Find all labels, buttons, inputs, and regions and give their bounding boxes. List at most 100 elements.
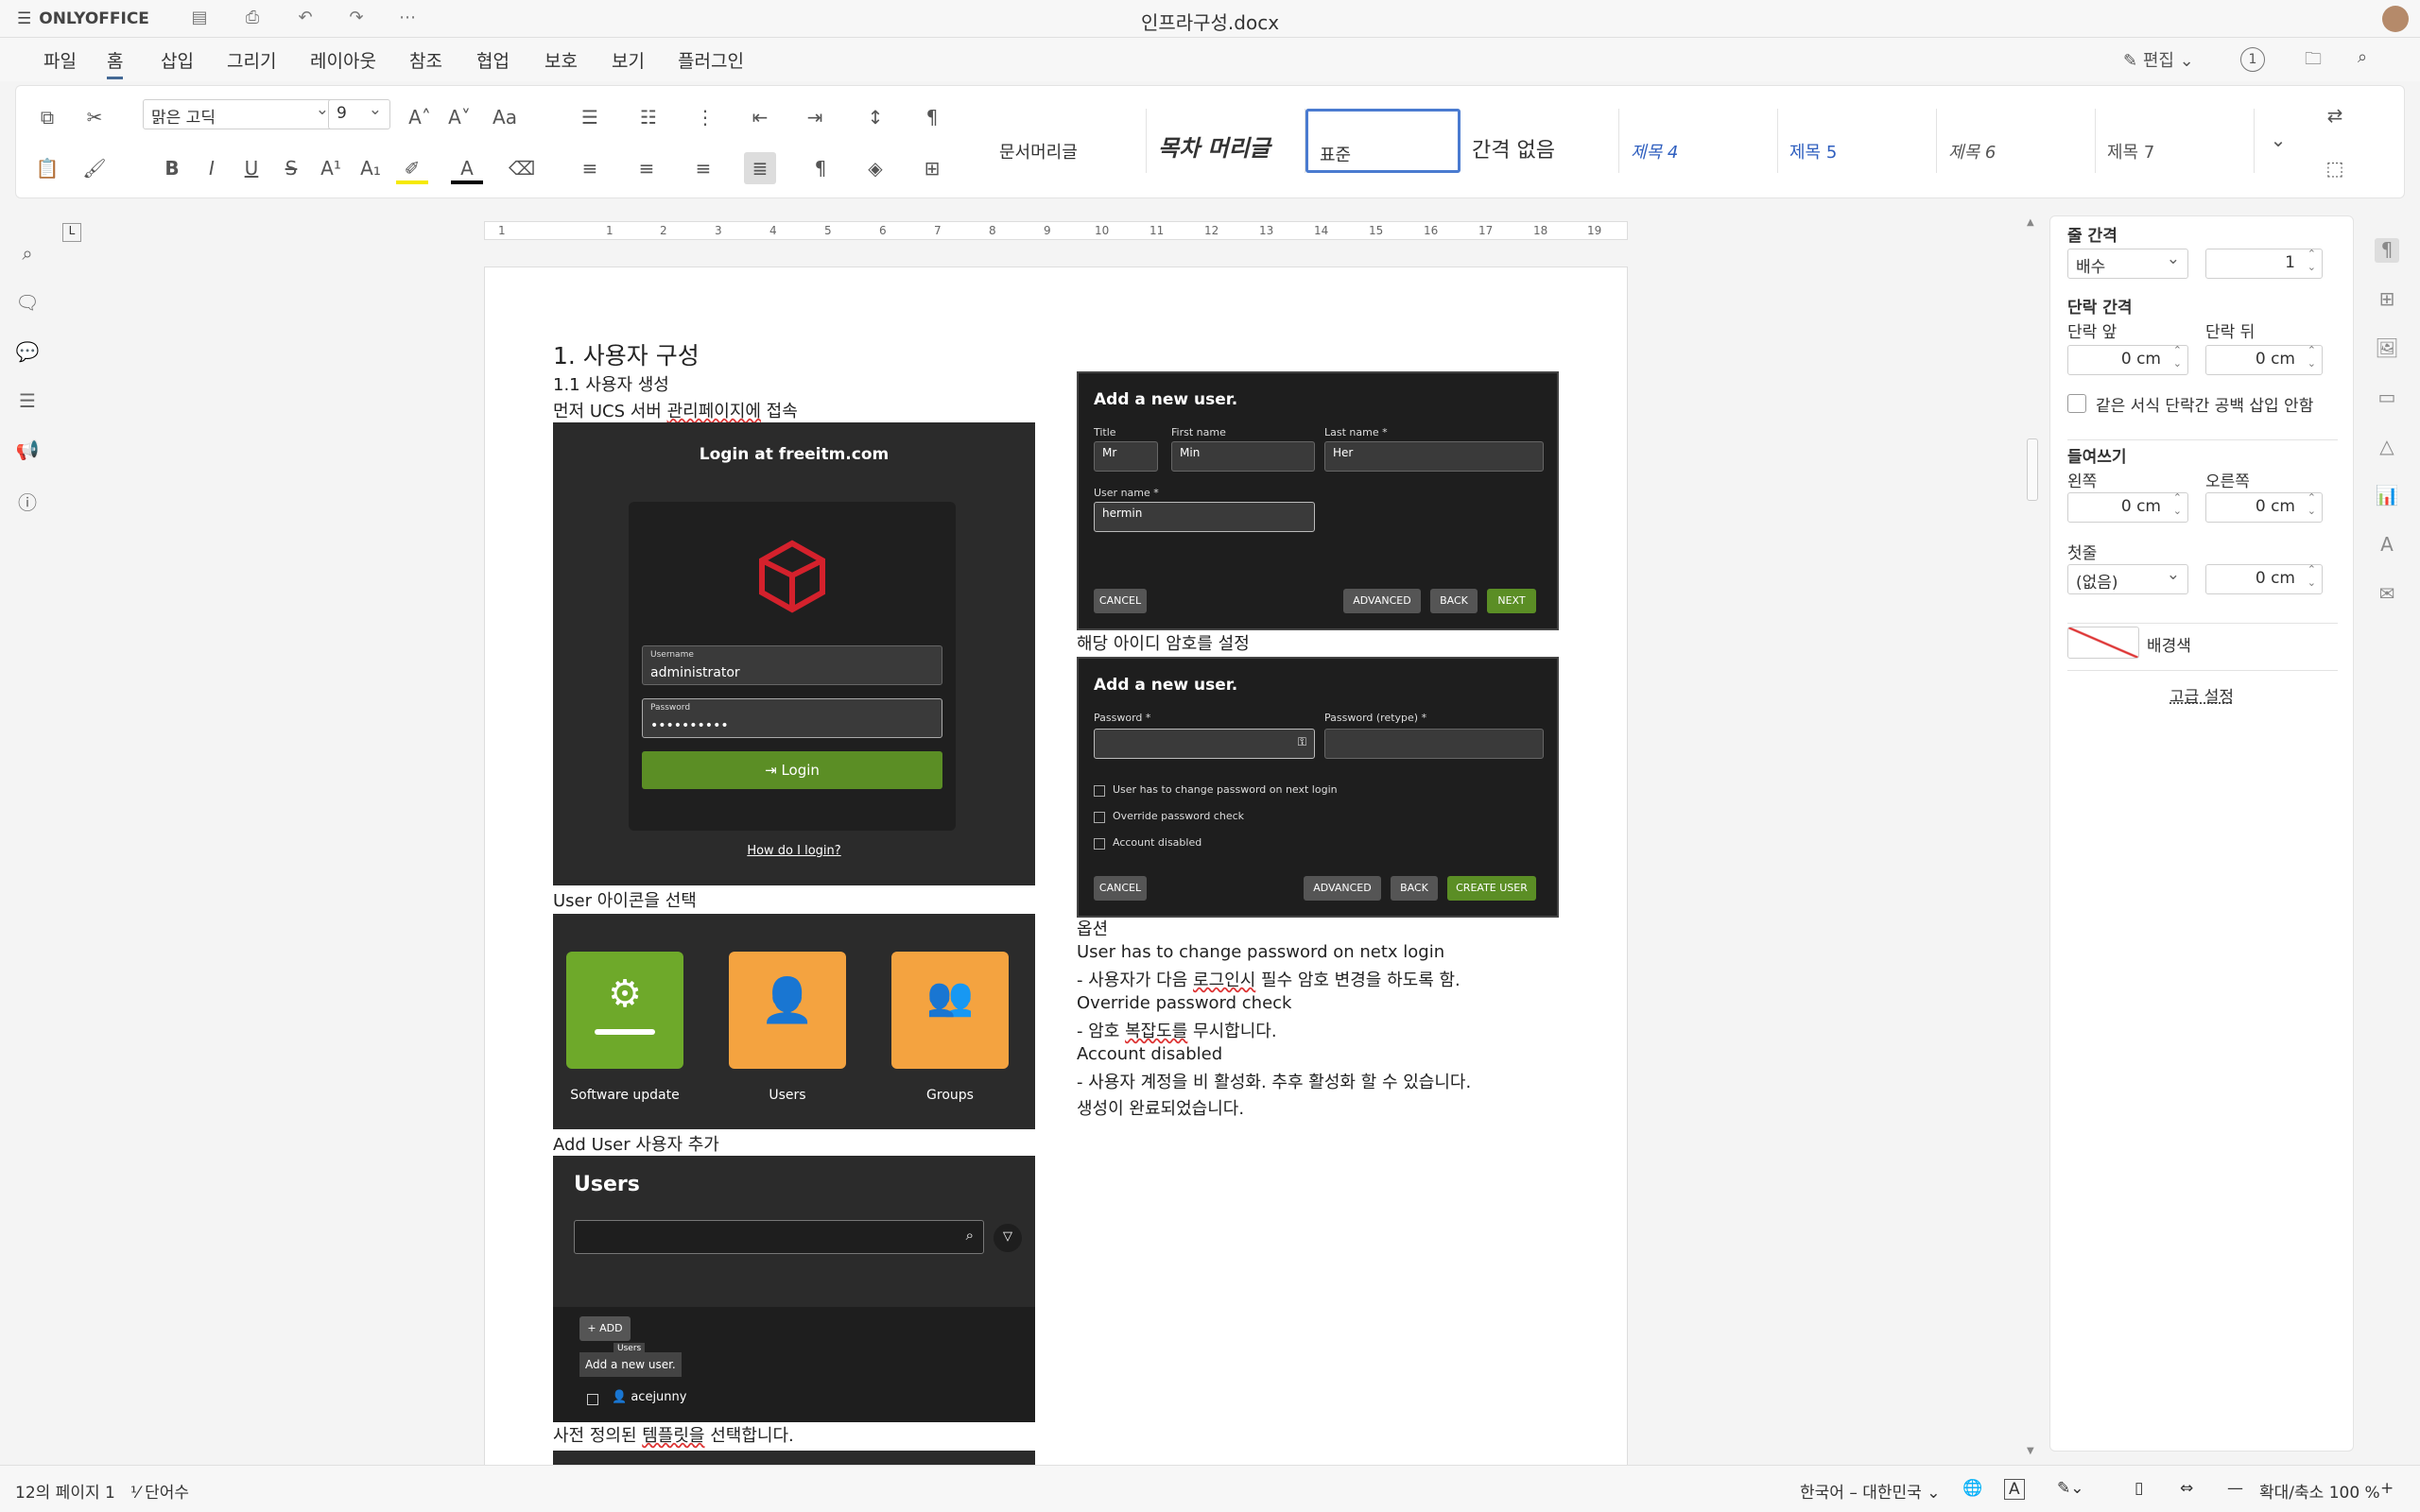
style-normal[interactable]: 표준 (1305, 109, 1461, 173)
subscript-icon[interactable]: A₁ (354, 152, 387, 184)
scroll-thumb[interactable] (2027, 438, 2038, 501)
create-user-button[interactable]: CREATE USER (1447, 876, 1536, 901)
format-painter-icon[interactable]: 🖌 (78, 152, 111, 184)
zoom-out-icon[interactable]: — (2227, 1479, 2243, 1498)
header-footer-icon[interactable]: ▭ (2375, 386, 2399, 410)
chat-icon[interactable]: 💬 (15, 340, 40, 365)
justify-icon[interactable]: ≣ (744, 152, 776, 184)
cut-icon[interactable]: ✂ (78, 101, 111, 133)
font-color-icon[interactable]: A (451, 152, 483, 184)
decrease-indent-icon[interactable]: ⇤ (744, 101, 776, 133)
italic-icon[interactable]: I (196, 152, 228, 184)
styles-expand-icon[interactable]: ⌄ (2262, 124, 2294, 156)
tab-file[interactable]: 파일 (43, 47, 77, 73)
change-case-icon[interactable]: Aa (489, 101, 521, 133)
superscript-icon[interactable]: A¹ (315, 152, 347, 184)
tab-draw[interactable]: 그리기 (227, 47, 276, 73)
paragraph-settings-icon[interactable]: ¶ (916, 101, 948, 133)
shape-settings-icon[interactable]: △ (2375, 435, 2399, 459)
font-name-select[interactable]: 맑은 고딕 (143, 99, 337, 129)
fit-page-icon[interactable]: ▯ (2135, 1479, 2143, 1498)
replace-icon[interactable]: ⇄ (2319, 99, 2351, 131)
title-field[interactable]: Mr (1094, 441, 1158, 472)
tab-view[interactable]: 보기 (612, 47, 645, 73)
paragraph-settings-icon[interactable]: ¶ (2375, 238, 2399, 263)
search-icon[interactable]: ⌕ (2358, 47, 2367, 67)
tab-home[interactable]: 홈 (107, 47, 124, 79)
document-page[interactable]: 1. 사용자 구성 1.1 사용자 생성 먼저 UCS 서버 관리페이지에 접속… (484, 266, 1628, 1467)
open-folder-icon[interactable]: 🗀 (2305, 47, 2322, 76)
shading-icon[interactable]: ◈ (859, 152, 891, 184)
borders-icon[interactable]: ⊞ (916, 152, 948, 184)
search-icon[interactable]: ⌕ (15, 242, 40, 266)
comments-icon[interactable]: 🗨 (15, 291, 40, 316)
bold-icon[interactable]: B (156, 152, 188, 184)
copy-icon[interactable]: ⧉ (31, 101, 63, 133)
edit-mode-button[interactable]: ✎ 편집 ⌄ (2123, 47, 2194, 72)
decrease-font-icon[interactable]: A˅ (443, 101, 475, 133)
tab-protection[interactable]: 보호 (544, 47, 578, 73)
tab-stop-icon[interactable]: L (62, 223, 81, 242)
tab-collaboration[interactable]: 협업 (476, 47, 510, 73)
username-field[interactable]: hermin (1094, 502, 1315, 532)
checkbox[interactable] (1094, 785, 1105, 797)
vertical-scrollbar[interactable]: ▲ ▼ (2023, 215, 2042, 1463)
first-line-select[interactable]: (없음) (2067, 564, 2188, 594)
username-field[interactable]: Username administrator (642, 645, 942, 685)
spacing-before-input[interactable]: 0 cm (2067, 344, 2188, 375)
tab-plugins[interactable]: 플러그인 (678, 47, 744, 73)
zoom-in-icon[interactable]: + (2380, 1479, 2394, 1498)
first-name-field[interactable]: Min (1171, 441, 1315, 472)
image-settings-icon[interactable]: 🖼 (2375, 336, 2399, 361)
line-spacing-value[interactable]: 1 (2205, 248, 2323, 279)
no-space-checkbox[interactable] (2067, 394, 2086, 413)
scroll-up-icon[interactable]: ▲ (2027, 217, 2034, 228)
first-line-input[interactable]: 0 cm (2205, 563, 2323, 594)
advanced-button[interactable]: ADVANCED (1343, 589, 1421, 613)
page-indicator[interactable]: 12의 페이지 1 (15, 1479, 115, 1503)
add-user-button[interactable]: + ADD (579, 1316, 631, 1341)
password-field[interactable]: ⚿ (1094, 729, 1315, 759)
advanced-button[interactable]: ADVANCED (1304, 876, 1381, 901)
zoom-level[interactable]: 확대/축소 100 % (2259, 1479, 2380, 1503)
align-center-icon[interactable]: ≡ (631, 152, 663, 184)
nonprinting-chars-icon[interactable]: ¶ (804, 152, 837, 184)
next-button[interactable]: NEXT (1487, 589, 1536, 613)
tab-references[interactable]: 참조 (409, 47, 442, 73)
back-button[interactable]: BACK (1430, 589, 1478, 613)
line-spacing-icon[interactable]: ↕ (859, 101, 891, 133)
spell-check-icon[interactable]: A (2004, 1479, 2025, 1500)
numbering-icon[interactable]: ☷ (632, 101, 665, 133)
bullets-icon[interactable]: ☰ (574, 101, 606, 133)
spacing-after-input[interactable]: 0 cm (2205, 344, 2323, 375)
indent-left-input[interactable]: 0 cm (2067, 491, 2188, 523)
line-spacing-mode-select[interactable]: 배수 (2067, 249, 2188, 279)
table-settings-icon[interactable]: ⊞ (2375, 287, 2399, 312)
checkbox[interactable] (1094, 838, 1105, 850)
style-document-header[interactable]: 문서머리글 (988, 109, 1147, 173)
indent-right-input[interactable]: 0 cm (2205, 491, 2323, 523)
tab-insert[interactable]: 삽입 (161, 47, 194, 73)
background-color-picker[interactable] (2067, 627, 2139, 659)
table-row[interactable]: 👤 acejunny (612, 1390, 686, 1404)
cancel-button[interactable]: CANCEL (1094, 589, 1147, 613)
users-search[interactable]: ⌕ (574, 1220, 984, 1254)
tab-layout[interactable]: 레이아웃 (310, 47, 376, 73)
password-field[interactable]: Password •••••••••• (642, 698, 942, 738)
style-heading-5[interactable]: 제목 5 (1778, 109, 1937, 173)
login-button[interactable]: ⇥ Login (642, 751, 942, 789)
advanced-settings-link[interactable]: 고급 설정 (2050, 683, 2353, 707)
avatar[interactable] (2382, 6, 2409, 32)
chart-settings-icon[interactable]: 📊 (2375, 484, 2399, 508)
filter-icon[interactable]: ▽ (994, 1224, 1022, 1252)
align-right-icon[interactable]: ≡ (687, 152, 719, 184)
users-count-badge[interactable]: 1 (2240, 47, 2265, 72)
multilevel-icon[interactable]: ⋮ (689, 101, 721, 133)
scroll-down-icon[interactable]: ▼ (2027, 1446, 2034, 1456)
strikethrough-icon[interactable]: S (275, 152, 307, 184)
navigation-icon[interactable]: ☰ (15, 389, 40, 414)
info-icon[interactable]: ⓘ (15, 488, 40, 514)
row-checkbox[interactable] (587, 1394, 598, 1405)
clear-format-icon[interactable]: ⌫ (506, 152, 538, 184)
font-size-select[interactable]: 9 (328, 99, 390, 129)
